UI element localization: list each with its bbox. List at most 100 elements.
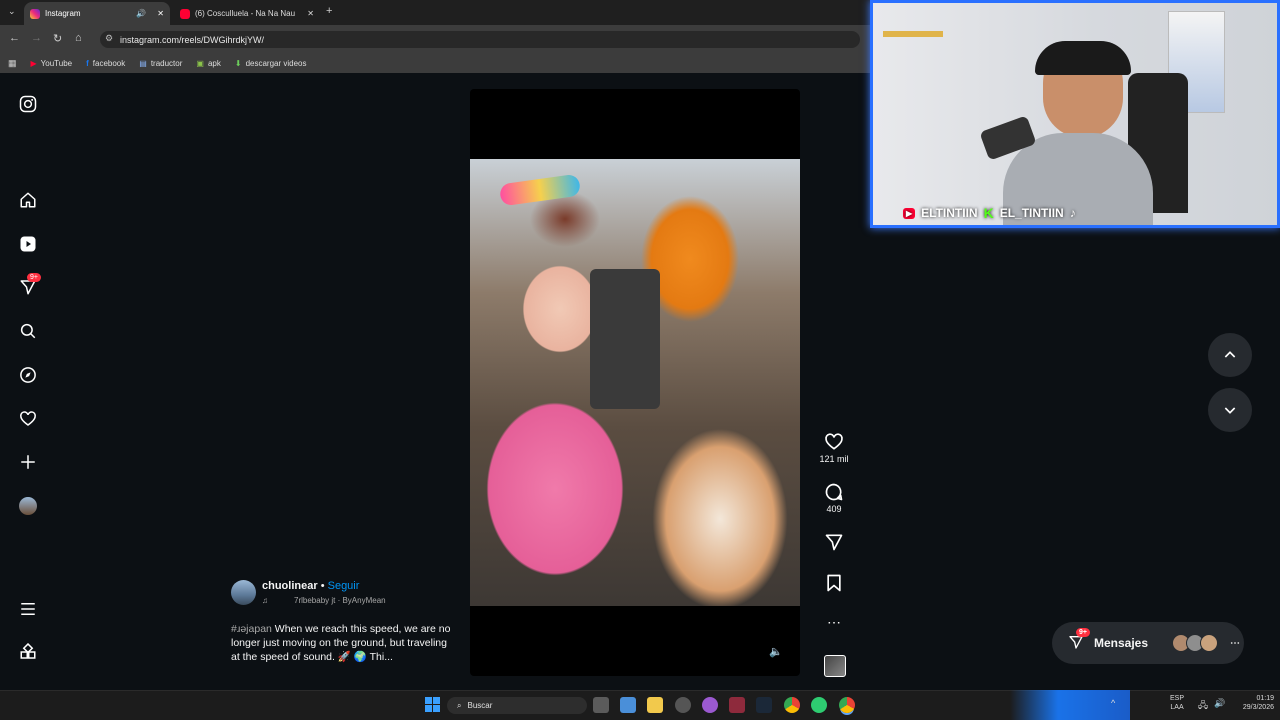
tab-instagram[interactable]: Instagram 🔊 ✕ <box>24 2 170 25</box>
bookmark-facebook[interactable]: f facebook <box>86 59 125 68</box>
site-info-icon[interactable]: ⚙ <box>105 33 113 44</box>
app-icon[interactable] <box>702 697 718 713</box>
streamer-webcam: ▶ ELTINTIIN K EL_TINTIIN ♪ <box>870 0 1280 228</box>
reel-video-frame[interactable] <box>470 159 800 606</box>
tab-close-icon[interactable]: ✕ <box>307 9 314 18</box>
kick-icon: K <box>983 205 994 221</box>
search-icon[interactable] <box>17 320 39 342</box>
messenger-icon[interactable]: 9+ <box>17 273 41 298</box>
instagram-logo-icon[interactable] <box>17 93 39 115</box>
tab-title: (6) Cosculluela - Na Na Nau (V <box>195 9 297 18</box>
youtube-icon: ▶ <box>30 58 37 68</box>
windows-start-icon[interactable] <box>425 697 440 712</box>
reel-caption: #ɹəjapan When we reach this speed, we ar… <box>231 622 451 664</box>
clock[interactable]: 01:19 29/3/2026 <box>1230 694 1274 712</box>
comment-count: 409 <box>826 504 842 514</box>
tab-youtube[interactable]: (6) Cosculluela - Na Na Nau (V ✕ <box>174 2 320 25</box>
taskbar-search-label: Buscar <box>467 701 493 710</box>
apps-grid-icon[interactable]: ▦ <box>8 58 17 69</box>
reel-author-row: chuolinear • Seguir ♫ 7rlbebaby jt · ByA… <box>231 580 386 605</box>
heart-icon[interactable] <box>17 408 39 430</box>
hashtag[interactable]: #ɹəjapan <box>231 623 272 635</box>
volume-icon[interactable]: 🔊 <box>1214 698 1225 709</box>
reels-icon[interactable] <box>17 233 39 255</box>
notification-badge: 9+ <box>27 273 41 282</box>
language-indicator[interactable]: ESP LAA <box>1170 694 1184 712</box>
youtube-icon: ▶ <box>903 207 916 219</box>
speaker-icon[interactable]: 🔊 <box>136 9 146 18</box>
tiktok-icon: ♪ <box>1069 206 1076 220</box>
shelf-shape <box>883 31 943 37</box>
comment-action[interactable]: 409 <box>816 482 852 514</box>
messenger-icon: 9+ <box>1068 627 1090 653</box>
tab-title: Instagram <box>45 9 81 18</box>
instagram-favicon-icon <box>30 8 40 19</box>
obs-icon[interactable] <box>675 697 691 713</box>
messages-button[interactable]: 9+ Mensajes ⋯ <box>1052 622 1244 664</box>
share-icon[interactable] <box>824 532 844 552</box>
address-bar[interactable]: ⚙ instagram.com/reels/DWGihrdkjYW/ <box>100 31 860 48</box>
url-text: instagram.com/reels/DWGihrdkjYW/ <box>120 34 265 45</box>
audio-track[interactable]: 7rlbebaby jt · ByAnyMean <box>294 596 386 605</box>
facebook-icon: f <box>86 58 89 68</box>
share-action[interactable] <box>816 532 852 554</box>
new-tab-icon[interactable]: + <box>326 5 332 17</box>
next-reel-button[interactable] <box>1208 388 1252 432</box>
stroller-shape <box>590 269 660 409</box>
bookmark-label: facebook <box>92 58 126 68</box>
taskbar-search[interactable]: ⌕ Buscar <box>447 697 587 714</box>
cap-shape <box>1035 41 1131 75</box>
author-avatar[interactable] <box>231 580 256 605</box>
youtube-handle: ELTINTIIN <box>921 206 978 220</box>
tab-close-icon[interactable]: ✕ <box>157 9 164 18</box>
tab-search-icon[interactable]: ⌄ <box>8 6 16 17</box>
bookmarks-bar: ▦ ▶ YouTube f facebook ▤ traductor ▣ apk ⬇ de… <box>0 53 870 73</box>
clock-date: 29/3/2026 <box>1242 704 1274 711</box>
bookmark-apk[interactable]: ▣ apk <box>196 59 220 68</box>
author-username[interactable]: chuolinear <box>262 580 318 592</box>
more-options-icon[interactable]: ⋯ <box>816 614 852 631</box>
bookmark-icon[interactable] <box>824 573 844 593</box>
save-action[interactable] <box>816 573 852 595</box>
menu-icon[interactable] <box>17 598 39 620</box>
follow-button[interactable]: Seguir <box>328 580 360 592</box>
task-view-icon[interactable] <box>593 697 609 713</box>
profile-avatar[interactable] <box>17 495 39 517</box>
audio-thumbnail[interactable] <box>824 655 846 677</box>
search-icon: ⌕ <box>457 700 462 710</box>
chrome-icon[interactable] <box>784 697 800 713</box>
store-icon[interactable] <box>620 697 636 713</box>
steam-icon[interactable] <box>756 697 772 713</box>
previous-reel-button[interactable] <box>1208 333 1252 377</box>
social-handles: ▶ ELTINTIIN K EL_TINTIIN ♪ <box>903 205 1076 221</box>
whatsapp-icon[interactable] <box>811 697 827 713</box>
bookmark-label: YouTube <box>40 58 73 68</box>
also-from-meta-icon[interactable] <box>17 641 39 663</box>
home-icon[interactable]: ⌂ <box>75 32 82 44</box>
comment-icon[interactable] <box>824 482 844 502</box>
create-plus-icon[interactable] <box>17 451 39 473</box>
chrome-active-icon[interactable] <box>839 697 855 713</box>
chevron-up-icon <box>1224 351 1236 358</box>
bookmark-descargar-videos[interactable]: ⬇ descargar videos <box>235 59 307 68</box>
app-icon-red[interactable] <box>729 697 745 713</box>
like-heart-icon[interactable] <box>824 432 844 452</box>
explore-icon[interactable] <box>17 364 39 386</box>
avatar <box>1200 634 1219 652</box>
bookmark-label: descargar videos <box>245 58 307 68</box>
reel-video-container[interactable]: 🔈 <box>470 89 800 676</box>
message-avatars <box>1172 634 1219 652</box>
network-icon[interactable]: 🖧 <box>1198 698 1208 714</box>
volume-icon[interactable]: 🔈 <box>769 645 785 661</box>
file-explorer-icon[interactable] <box>647 697 663 713</box>
reload-icon[interactable]: ↻ <box>53 32 62 45</box>
chevron-up-icon[interactable]: ^ <box>1111 698 1115 708</box>
home-icon[interactable] <box>17 189 39 211</box>
tab-strip: ⌄ Instagram 🔊 ✕ (6) Cosculluela - Na Na … <box>0 0 870 25</box>
music-note-icon: ♫ <box>262 596 268 605</box>
like-action[interactable]: 121 mil <box>816 432 852 464</box>
bookmark-youtube[interactable]: ▶ YouTube <box>31 59 73 68</box>
back-icon[interactable]: ← <box>9 32 20 44</box>
forward-icon[interactable]: → <box>31 32 42 44</box>
bookmark-traductor[interactable]: ▤ traductor <box>139 59 182 68</box>
